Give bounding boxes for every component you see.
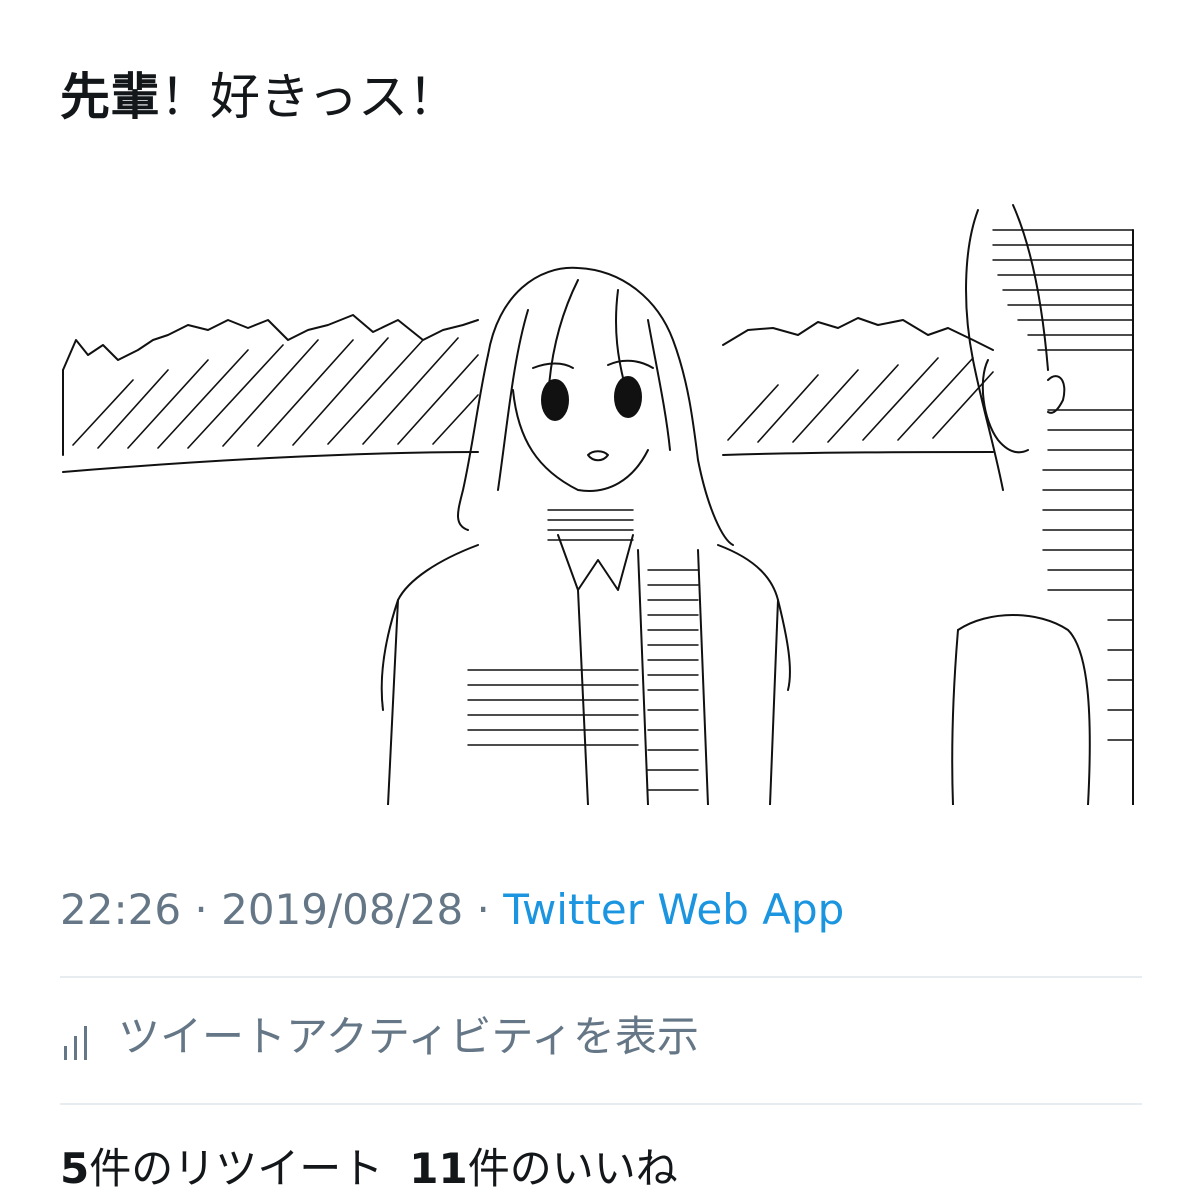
tweet-stats: 5件のリツイート 11件のいいね xyxy=(60,1138,678,1200)
meta-separator: · xyxy=(181,885,222,934)
tweet-meta: 22:26 · 2019/08/28 · Twitter Web App xyxy=(60,880,844,940)
likes-count: 11 xyxy=(409,1144,468,1193)
retweets-stat[interactable]: 5件のリツイート xyxy=(60,1138,383,1200)
tweet-text-rest: ！好きっス！ xyxy=(160,68,458,126)
tweet-activity-link[interactable]: ツイートアクティビティを表示 xyxy=(60,1005,699,1069)
retweets-count: 5 xyxy=(60,1144,90,1193)
meta-separator: · xyxy=(463,885,504,934)
tweet-date[interactable]: 2019/08/28 xyxy=(221,885,463,934)
likes-label: 件のいいね xyxy=(467,1144,678,1193)
tweet-text: 先輩！好きっス！ xyxy=(60,62,458,132)
sketch-illustration xyxy=(62,204,1134,805)
tweet-time: 22:26 xyxy=(60,885,182,934)
bar-chart-icon xyxy=(64,1026,87,1060)
tweet-image[interactable] xyxy=(58,190,1143,805)
tweet-text-bold: 先輩 xyxy=(60,68,160,126)
tweet-activity-label: ツイートアクティビティを表示 xyxy=(118,1012,699,1061)
retweets-label: 件のリツイート xyxy=(89,1144,384,1193)
tweet-source-app-link[interactable]: Twitter Web App xyxy=(503,885,844,934)
divider xyxy=(60,1103,1142,1105)
divider xyxy=(60,976,1142,978)
likes-stat[interactable]: 11件のいいね xyxy=(409,1138,677,1200)
